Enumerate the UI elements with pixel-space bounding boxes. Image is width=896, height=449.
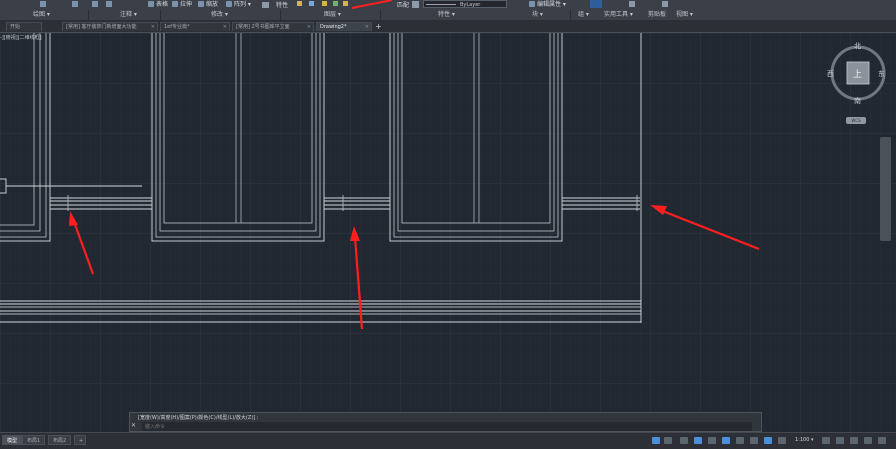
model-viewport[interactable]: -][俯视][二维线框] 北 南 东 西 上 WCS bbox=[0, 33, 896, 432]
command-history: [宽度(W)/高度(H)/图案(P)/颜色(C)/线型(L)/放大(Z)] : bbox=[138, 415, 259, 421]
tab-model[interactable]: 模型 bbox=[2, 435, 23, 445]
measure-icon[interactable] bbox=[629, 1, 635, 7]
new-tab-plus-icon[interactable]: + bbox=[373, 22, 384, 31]
command-input[interactable] bbox=[142, 422, 752, 431]
osnap-toggle-icon[interactable] bbox=[708, 437, 716, 444]
paste-icon[interactable] bbox=[662, 1, 668, 7]
red-annotation-stroke bbox=[351, 0, 393, 9]
layer-lock-icon[interactable] bbox=[343, 1, 348, 6]
layer-properties-icon[interactable] bbox=[262, 2, 269, 8]
tab-doc3[interactable]: [常用] 2号书图库平立面 × bbox=[232, 22, 314, 31]
tab-layout1[interactable]: 布局1 bbox=[22, 435, 46, 445]
grid-toggle-icon[interactable] bbox=[652, 437, 660, 444]
lineweight-toggle-icon[interactable] bbox=[736, 437, 744, 444]
polyline-icon[interactable] bbox=[72, 1, 78, 7]
status-bar: 模型 布局1 布局2 + 1:100 ▾ bbox=[0, 432, 896, 449]
arc-icon[interactable] bbox=[106, 1, 112, 7]
layer-state-icon[interactable] bbox=[297, 1, 302, 6]
close-icon[interactable]: × bbox=[307, 23, 311, 31]
annotation-scale-value[interactable]: 1:100 ▾ bbox=[795, 437, 814, 443]
close-icon[interactable]: × bbox=[365, 23, 369, 31]
isolate-objects-icon[interactable] bbox=[850, 437, 858, 444]
line-icon[interactable] bbox=[40, 1, 46, 7]
compass-west[interactable]: 西 bbox=[827, 69, 834, 79]
circle-icon[interactable] bbox=[92, 1, 98, 7]
polar-toggle-icon[interactable] bbox=[694, 437, 702, 444]
otrack-toggle-icon[interactable] bbox=[722, 437, 730, 444]
color-swatch-icon[interactable] bbox=[412, 1, 419, 8]
annotation-scale-icon[interactable] bbox=[778, 437, 786, 444]
drawing-canvas[interactable] bbox=[0, 33, 896, 432]
hardware-acceleration-icon[interactable] bbox=[864, 437, 872, 444]
close-icon[interactable]: × bbox=[223, 23, 227, 31]
grid bbox=[0, 33, 896, 432]
snap-toggle-icon[interactable] bbox=[664, 437, 672, 444]
ortho-toggle-icon[interactable] bbox=[680, 437, 688, 444]
command-line: [宽度(W)/高度(H)/图案(P)/颜色(C)/线型(L)/放大(Z)] : … bbox=[129, 412, 762, 432]
compass-south[interactable]: 南 bbox=[854, 96, 861, 106]
compass-north[interactable]: 北 bbox=[854, 41, 861, 51]
plus-icon[interactable] bbox=[836, 437, 844, 444]
close-command-icon[interactable]: ✕ bbox=[131, 422, 136, 429]
wcs-menu[interactable]: WCS bbox=[846, 117, 866, 124]
gear-icon[interactable] bbox=[822, 437, 830, 444]
selection-cycling-icon[interactable] bbox=[750, 437, 758, 444]
navigation-bar[interactable] bbox=[880, 137, 891, 241]
layer-freeze-icon[interactable] bbox=[322, 1, 327, 6]
tab-drawing2[interactable]: Drawing2* × bbox=[316, 22, 372, 31]
close-icon[interactable]: × bbox=[151, 23, 155, 31]
viewcube-top-label[interactable]: 上 bbox=[853, 67, 862, 80]
viewport-label[interactable]: -][俯视][二维线框] bbox=[0, 34, 42, 41]
tab-doc1[interactable]: [常用] 客厅装饰门新增面大功能 × bbox=[62, 22, 158, 31]
compass-east[interactable]: 东 bbox=[878, 69, 885, 79]
layer-on-icon[interactable] bbox=[333, 1, 338, 6]
file-tabs: 开始 [常用] 客厅装饰门新增面大功能 × 1ef专业篇* × [常用] 2号书图库… bbox=[0, 21, 896, 33]
group-icon[interactable] bbox=[590, 0, 602, 8]
ribbon-icons bbox=[40, 0, 668, 9]
tab-doc2[interactable]: 1ef专业篇* × bbox=[160, 22, 230, 31]
tab-start[interactable]: 开始 bbox=[6, 22, 42, 31]
layer-isolate-icon[interactable] bbox=[309, 1, 314, 6]
tab-layout2[interactable]: 布局2 bbox=[48, 435, 72, 445]
annotation-visibility-icon[interactable] bbox=[764, 437, 772, 444]
ribbon: 表格 拉伸 缩放 阵列 ▾ 特性 匹配 ByLayer 编辑属性 ▾ 绘图 ▾ … bbox=[0, 0, 896, 21]
customization-menu-icon[interactable] bbox=[878, 437, 886, 444]
add-layout-plus-icon[interactable]: + bbox=[74, 435, 86, 445]
